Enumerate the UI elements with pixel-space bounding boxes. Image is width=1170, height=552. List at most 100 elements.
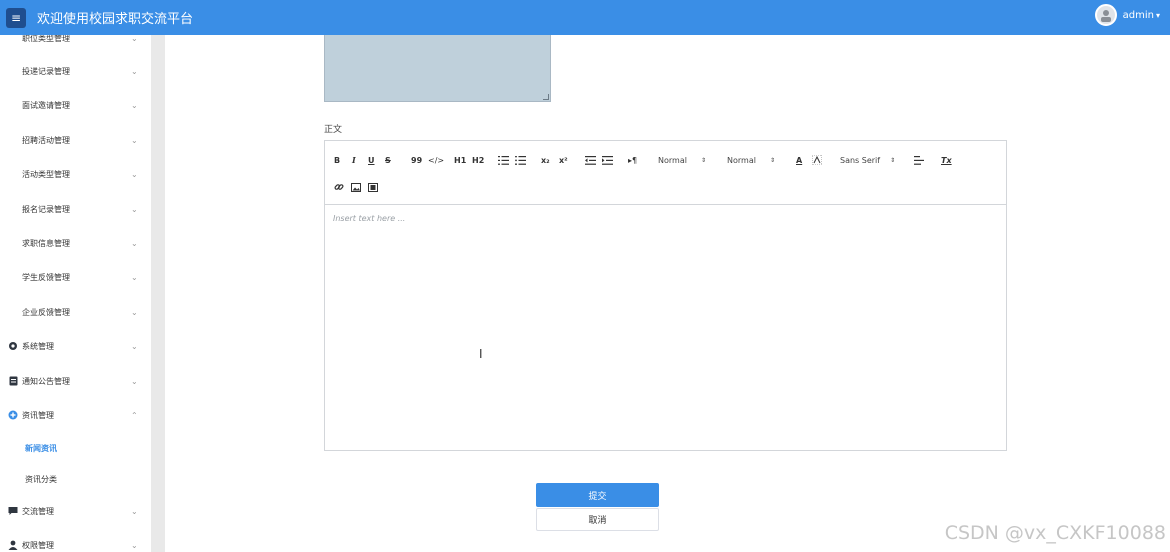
- font-select-value: Sans Serif: [840, 155, 881, 165]
- chevron-down-icon: ⌄: [131, 376, 138, 386]
- indent-icon[interactable]: [602, 154, 613, 166]
- avatar[interactable]: [1094, 4, 1117, 26]
- sidebar-item-news-manage[interactable]: 资讯管理 ⌃: [0, 404, 151, 426]
- sidebar: 职位类型管理 ⌄ 投递记录管理 ⌄ 面试邀请管理 ⌄ 招聘活动管理 ⌄ 活动类型…: [0, 35, 151, 552]
- sidebar-item-recruit-events[interactable]: 招聘活动管理 ⌄: [0, 129, 151, 151]
- sidebar-item-label: 企业反馈管理: [22, 307, 70, 317]
- sidebar-item-interviews[interactable]: 面试邀请管理 ⌄: [0, 94, 151, 116]
- sidebar-item-event-types[interactable]: 活动类型管理 ⌄: [0, 163, 151, 185]
- grid-icon: [8, 100, 18, 110]
- summary-textarea[interactable]: [324, 35, 551, 102]
- grid-icon: [8, 272, 18, 282]
- document-icon: [8, 376, 18, 386]
- text-direction-button[interactable]: ▸¶: [628, 154, 637, 166]
- outdent-icon[interactable]: [585, 154, 596, 166]
- text-color-button[interactable]: A: [796, 154, 802, 166]
- chevron-down-icon: ⌄: [131, 169, 138, 179]
- sidebar-item-label: 招聘活动管理: [22, 135, 70, 145]
- menu-toggle-button[interactable]: ≡: [6, 7, 26, 28]
- watermark: CSDN @vx_CXKF10088: [944, 522, 1166, 544]
- app-title: 欢迎使用校园求职交流平台: [37, 12, 194, 27]
- chevron-down-icon: ⌄: [131, 540, 138, 550]
- italic-button[interactable]: I: [352, 154, 356, 166]
- select-arrows-icon: ⇕: [700, 156, 706, 164]
- user-icon: [8, 540, 18, 550]
- header-select-value: Normal: [727, 155, 756, 165]
- sidebar-item-label: 资讯管理: [22, 410, 54, 420]
- bold-button[interactable]: B: [334, 154, 340, 166]
- user-name[interactable]: admin: [1123, 10, 1154, 21]
- header-1-button[interactable]: H1: [454, 154, 466, 166]
- sidebar-scrollbar[interactable]: [151, 35, 165, 552]
- chevron-down-icon[interactable]: ▾: [1156, 11, 1160, 20]
- resize-handle-icon[interactable]: [543, 94, 549, 100]
- sidebar-item-label: 权限管理: [22, 540, 54, 550]
- strike-button[interactable]: S: [385, 154, 391, 166]
- superscript-button[interactable]: x²: [559, 154, 568, 166]
- chevron-down-icon: ⌄: [131, 506, 138, 516]
- chevron-down-icon: ⌄: [131, 204, 138, 214]
- chevron-down-icon: ⌄: [131, 238, 138, 248]
- sidebar-item-label: 求职信息管理: [22, 238, 70, 248]
- plus-circle-icon: [8, 410, 18, 420]
- font-select[interactable]: Sans Serif ⇕: [840, 154, 895, 166]
- user-menu[interactable]: admin ▾: [1094, 4, 1160, 26]
- editor-body-placeholder[interactable]: Insert text here ...: [333, 214, 405, 223]
- sidebar-item-applications[interactable]: 投递记录管理 ⌄: [0, 60, 151, 82]
- chevron-down-icon: ⌄: [131, 66, 138, 76]
- chevron-down-icon: ⌄: [131, 341, 138, 351]
- size-select-value: Normal: [658, 155, 687, 165]
- clean-format-button[interactable]: Tx: [941, 154, 952, 166]
- select-arrows-icon: ⇕: [769, 156, 775, 164]
- align-icon[interactable]: [914, 154, 924, 166]
- background-color-icon[interactable]: [812, 154, 822, 166]
- blockquote-button[interactable]: 99: [411, 154, 422, 166]
- sidebar-item-label: 面试邀请管理: [22, 100, 70, 110]
- grid-icon: [8, 135, 18, 145]
- link-icon[interactable]: [334, 181, 344, 193]
- sidebar-item-company-feedback[interactable]: 企业反馈管理 ⌄: [0, 301, 151, 323]
- grid-icon: [8, 169, 18, 179]
- chevron-down-icon: ⌄: [131, 100, 138, 110]
- sidebar-item-permissions[interactable]: 权限管理 ⌄: [0, 534, 151, 552]
- bullet-list-icon[interactable]: [515, 154, 526, 166]
- video-icon[interactable]: [368, 181, 378, 193]
- chat-icon: [8, 506, 18, 516]
- gear-icon: [8, 341, 18, 351]
- select-arrows-icon: ⇕: [890, 156, 896, 164]
- sidebar-item-job-info[interactable]: 求职信息管理 ⌄: [0, 232, 151, 254]
- sidebar-item-registrations[interactable]: 报名记录管理 ⌄: [0, 198, 151, 220]
- chevron-down-icon: ⌄: [131, 135, 138, 145]
- header-select[interactable]: Normal ⇕: [727, 154, 775, 166]
- text-cursor-icon: I: [479, 347, 483, 361]
- sidebar-item-student-feedback[interactable]: 学生反馈管理 ⌄: [0, 266, 151, 288]
- image-icon[interactable]: [351, 181, 361, 193]
- submit-button[interactable]: 提交: [536, 483, 659, 507]
- content-label: 正文: [324, 125, 343, 135]
- sidebar-item-label: 职位类型管理: [22, 35, 70, 43]
- grid-icon: [8, 238, 18, 248]
- code-block-button[interactable]: </>: [428, 154, 444, 166]
- sidebar-item-job-types[interactable]: 职位类型管理 ⌄: [0, 35, 151, 49]
- sidebar-subitem-label: 资讯分类: [25, 474, 57, 484]
- cancel-button[interactable]: 取消: [536, 508, 659, 531]
- chevron-down-icon: ⌄: [131, 272, 138, 282]
- chevron-down-icon: ⌄: [131, 35, 138, 43]
- grid-icon: [8, 35, 18, 43]
- sidebar-item-label: 通知公告管理: [22, 376, 70, 386]
- sidebar-subitem-label: 新闻资讯: [25, 443, 57, 453]
- grid-icon: [8, 66, 18, 76]
- size-select[interactable]: Normal ⇕: [658, 154, 706, 166]
- editor-toolbar: B I U S 99 </> H1 H2 x₂ x² ▸¶ Normal ⇕ N…: [325, 141, 1006, 205]
- sidebar-subitem-news-category[interactable]: 资讯分类: [0, 469, 151, 489]
- sidebar-subitem-news[interactable]: 新闻资讯: [0, 438, 151, 458]
- sidebar-item-communication[interactable]: 交流管理 ⌄: [0, 500, 151, 522]
- header-2-button[interactable]: H2: [472, 154, 484, 166]
- sidebar-item-system[interactable]: 系统管理 ⌄: [0, 335, 151, 357]
- sidebar-item-label: 报名记录管理: [22, 204, 70, 214]
- sidebar-item-notices[interactable]: 通知公告管理 ⌄: [0, 370, 151, 392]
- subscript-button[interactable]: x₂: [541, 154, 550, 166]
- underline-button[interactable]: U: [368, 154, 375, 166]
- chevron-up-icon: ⌃: [131, 410, 138, 420]
- ordered-list-icon[interactable]: [498, 154, 509, 166]
